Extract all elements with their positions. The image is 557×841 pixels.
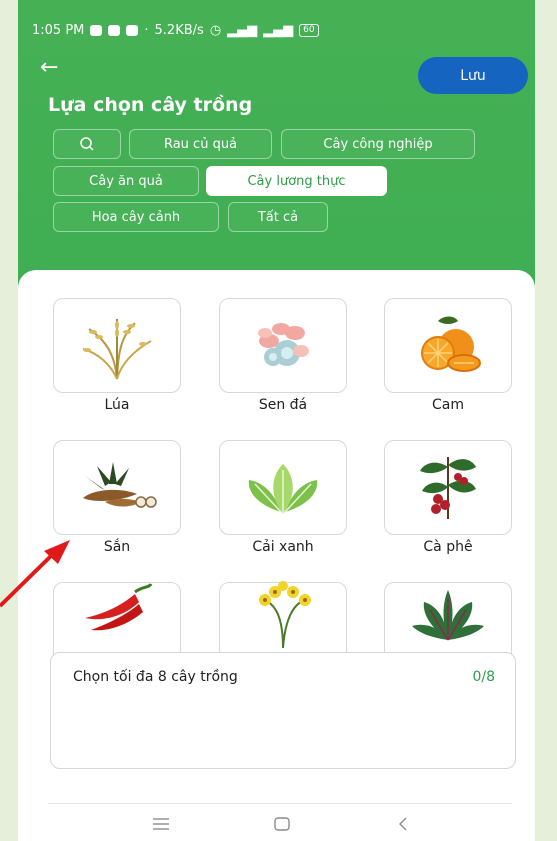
mustard-greens-icon bbox=[248, 463, 318, 514]
recent-apps-button[interactable] bbox=[146, 813, 176, 835]
back-button[interactable]: ← bbox=[40, 56, 70, 80]
back-arrow-icon: ← bbox=[40, 55, 59, 80]
chip-cay-an-qua[interactable]: Cây ăn quả bbox=[53, 166, 199, 196]
menu-lines-icon bbox=[153, 818, 169, 830]
signal-icon: ▂▄▆ bbox=[227, 22, 258, 38]
network-speed: 5.2KB/s bbox=[154, 22, 204, 38]
crop-card-cam[interactable] bbox=[384, 298, 512, 393]
chevron-left-icon bbox=[399, 817, 407, 831]
crop-label-lua: Lúa bbox=[104, 397, 130, 413]
messenger-icon bbox=[126, 24, 139, 36]
rice-icon bbox=[82, 318, 152, 379]
nav-divider bbox=[48, 803, 512, 804]
chili-icon bbox=[85, 582, 153, 630]
crop-label-sen-da: Sen đá bbox=[258, 397, 308, 413]
alarm-icon: ◷ bbox=[209, 22, 222, 38]
battery-level: 60 bbox=[303, 24, 315, 35]
status-dot: · bbox=[144, 22, 149, 38]
crop-card-san[interactable] bbox=[53, 440, 181, 535]
viber-icon bbox=[90, 24, 103, 36]
crop-card-lua[interactable] bbox=[53, 298, 181, 393]
cassava-icon bbox=[83, 461, 157, 508]
chip-cay-luong-thuc[interactable]: Cây lương thực bbox=[206, 166, 387, 196]
home-square-icon bbox=[274, 817, 290, 831]
chip-rau-cu-qua[interactable]: Rau củ quả bbox=[129, 129, 272, 159]
crop-label-ca-phe: Cà phê bbox=[423, 539, 473, 555]
battery-icon: 60 bbox=[299, 23, 319, 37]
selection-limit-label: Chọn tối đa 8 cây trồng bbox=[73, 669, 238, 685]
signal-icon-2: ▂▄▆ bbox=[263, 22, 294, 38]
save-button[interactable]: Lưu bbox=[418, 57, 528, 94]
phone-screen: 1:05 PM · 5.2KB/s ◷ ▂▄▆ ▂▄▆ 60 ← Lưu Lựa… bbox=[18, 0, 535, 841]
chip-tat-ca[interactable]: Tất cả bbox=[228, 202, 328, 232]
status-bar: 1:05 PM · 5.2KB/s ◷ ▂▄▆ ▂▄▆ 60 bbox=[32, 22, 319, 38]
search-icon bbox=[80, 137, 94, 151]
coffee-icon bbox=[420, 456, 476, 519]
crop-card-cai-xanh[interactable] bbox=[219, 440, 347, 535]
crop-card-sen-da[interactable] bbox=[219, 298, 347, 393]
home-button[interactable] bbox=[267, 813, 297, 835]
page-title: Lựa chọn cây trồng bbox=[48, 94, 253, 116]
crop-card-ca-phe[interactable] bbox=[384, 440, 512, 535]
status-time: 1:05 PM bbox=[32, 22, 85, 38]
crop-label-cai-xanh: Cải xanh bbox=[252, 539, 314, 555]
orange-icon bbox=[421, 316, 481, 372]
search-chip[interactable] bbox=[53, 129, 121, 159]
selection-limit-panel: Chọn tối đa 8 cây trồng 0/8 bbox=[50, 652, 516, 769]
header: 1:05 PM · 5.2KB/s ◷ ▂▄▆ ▂▄▆ 60 ← Lưu Lựa… bbox=[18, 0, 535, 290]
chip-hoa-cay-canh[interactable]: Hoa cây cảnh bbox=[53, 202, 219, 232]
leafy-vegetable-icon bbox=[412, 589, 484, 640]
crop-label-cam: Cam bbox=[432, 397, 464, 413]
notification-icon bbox=[108, 24, 121, 36]
orchid-icon bbox=[259, 580, 311, 648]
back-nav-button[interactable] bbox=[388, 813, 418, 835]
selection-count: 0/8 bbox=[472, 669, 495, 685]
chip-cay-cong-nghiep[interactable]: Cây công nghiệp bbox=[281, 129, 475, 159]
succulent-icon bbox=[258, 322, 309, 366]
crop-label-san: Sắn bbox=[103, 539, 131, 555]
